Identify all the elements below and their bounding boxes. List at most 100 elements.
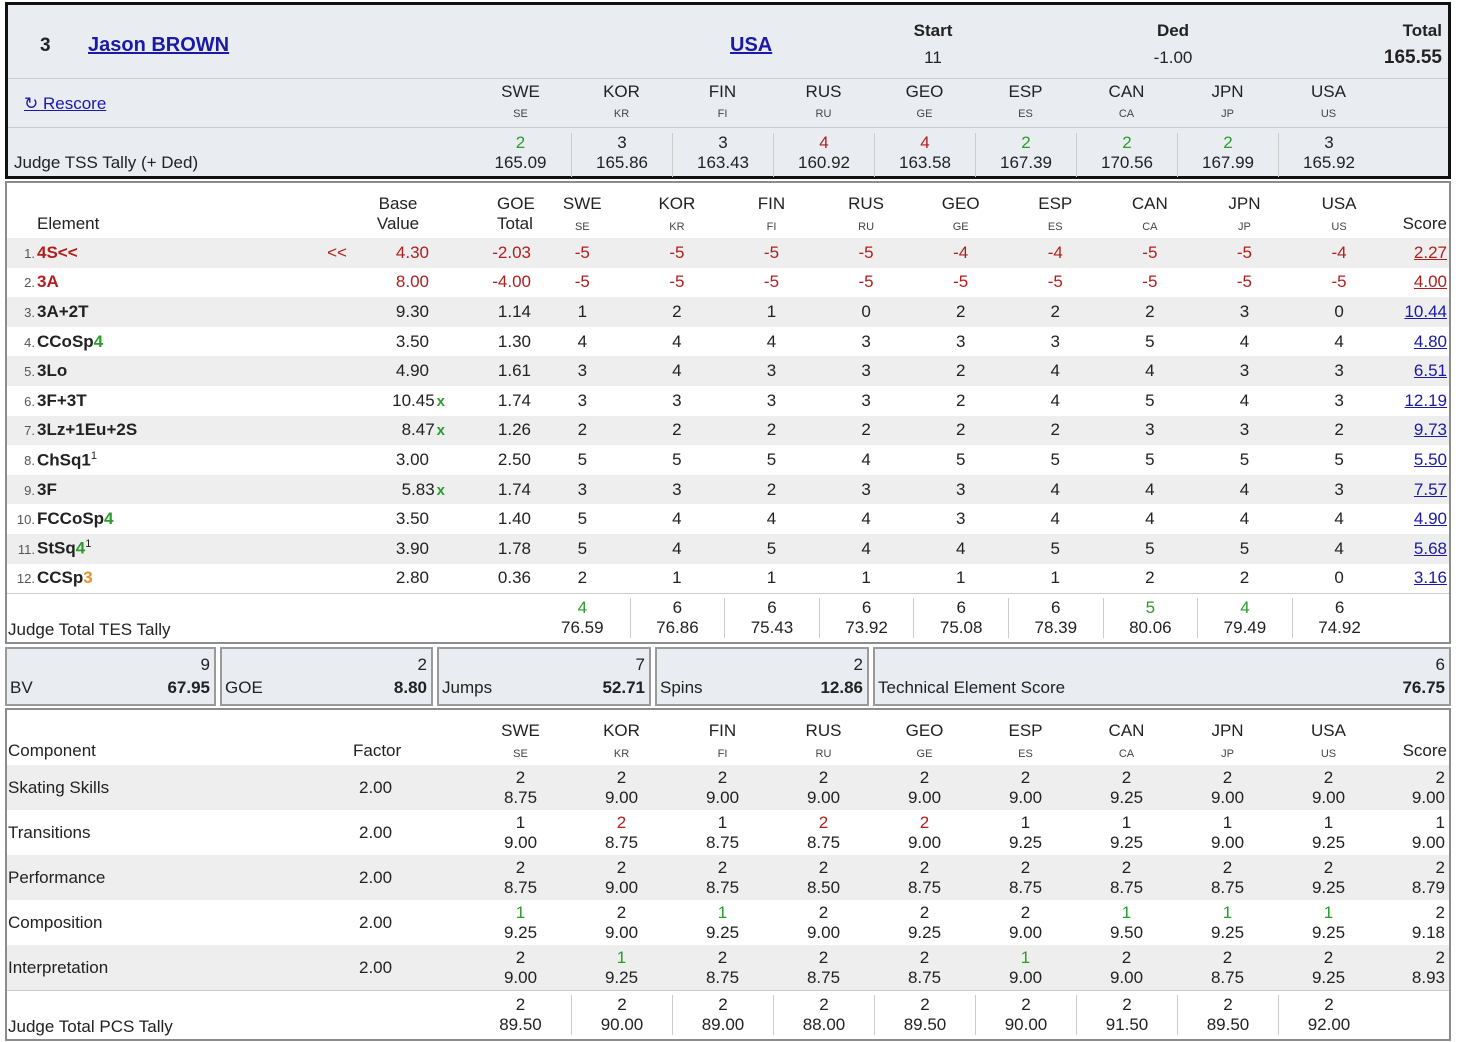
judge-country-code: CA	[1118, 747, 1135, 760]
judge-country-code: KR	[669, 220, 685, 233]
element-number: 4.	[24, 334, 35, 350]
element-code: 3Lz+1Eu+2S	[37, 420, 138, 440]
tally-cell: 2 89.50	[1177, 994, 1278, 1035]
judge-goe: 0	[1334, 568, 1344, 588]
tally-count: 2	[819, 994, 829, 1014]
nation-link[interactable]: USA	[730, 34, 772, 57]
judge-goe: 2	[1239, 568, 1250, 588]
judge-jpn-header: JPN JP	[1177, 82, 1278, 127]
mark-value: 9.25	[1109, 832, 1144, 852]
mark-value: 9.00	[806, 922, 841, 942]
component-name: Skating Skills	[8, 777, 110, 797]
tally-cell: 2 89.00	[672, 994, 773, 1035]
judge-nation: USA	[1311, 721, 1346, 741]
judge-goe: 5	[1239, 538, 1250, 558]
tally-count: 6	[1334, 597, 1345, 617]
judge-goe: 4	[1334, 538, 1344, 558]
judge-goe: 5	[1145, 390, 1155, 410]
element-score-link[interactable]: 4.00	[1414, 272, 1447, 291]
mark-rank: 2	[717, 767, 728, 787]
element-row: 1. 4S<< << 4.30 -2.03 -5 -5 -5 -5 -4 -4 -5 -5 -4 2.…	[7, 238, 1449, 268]
judge-can-header: CAN CA	[1103, 194, 1198, 234]
rank: 3	[40, 35, 51, 56]
component-score: 2 8.79	[1379, 858, 1449, 898]
element-score-link[interactable]: 3.16	[1414, 568, 1447, 587]
judge-country-code: ES	[1047, 220, 1063, 233]
score-rank: 1	[1435, 812, 1445, 832]
skater-name-link[interactable]: Jason BROWN	[88, 34, 229, 57]
base-value: 4.90	[395, 361, 429, 381]
judge-nation: JPN	[1228, 194, 1261, 214]
element-score-link[interactable]: 4.90	[1414, 509, 1447, 528]
judge-country-code: CA	[1142, 220, 1158, 233]
tally-value: 75.08	[939, 617, 983, 637]
judge-goe: 5	[955, 449, 966, 469]
mark-rank: 1	[1121, 902, 1132, 922]
element-number: 12.	[16, 571, 35, 587]
element-score-link[interactable]: 2.27	[1414, 243, 1447, 262]
judge-component-mark: 2 8.75	[773, 948, 874, 988]
tally-count: 3	[718, 133, 728, 152]
judge-component-mark: 1 9.25	[672, 903, 773, 943]
summary-bv: BV 9 67.95	[5, 647, 216, 706]
tally-cell: 3 163.43	[672, 133, 773, 177]
judge-can-header: CAN CA	[1076, 721, 1177, 761]
score-rank: 2	[1435, 947, 1445, 967]
score-header: Score	[1402, 214, 1447, 233]
judge-goe: 5	[1334, 449, 1344, 469]
rescore-link[interactable]: ↻ Rescore	[24, 94, 106, 113]
judge-nation: ESP	[1008, 82, 1043, 101]
second-half-bonus-marker: x	[436, 422, 445, 440]
judge-nation: FIN	[708, 82, 737, 101]
judge-component-mark: 2 9.25	[1076, 768, 1177, 808]
tss-tally-row: Judge TSS Tally (+ Ded) 2 165.09 3 165.86 3 1…	[8, 129, 1448, 177]
tally-cell: 6 73.92	[818, 597, 914, 638]
judge-nation: GEO	[905, 82, 944, 101]
element-score-link[interactable]: 12.19	[1404, 391, 1447, 410]
judge-goe: -5	[1331, 272, 1347, 292]
mark-value: 9.25	[907, 922, 942, 942]
start-number: 11	[924, 48, 942, 67]
judge-nation: RUS	[805, 82, 842, 101]
tally-value: 89.50	[499, 1014, 542, 1034]
judge-component-mark: 1 9.25	[1278, 903, 1379, 943]
tally-cell: 4 76.59	[535, 598, 630, 638]
mark-rank: 2	[1222, 947, 1233, 967]
mark-value: 8.75	[503, 787, 538, 807]
judge-component-mark: 1 9.25	[1177, 903, 1278, 943]
element-score-link[interactable]: 10.44	[1404, 302, 1447, 321]
judge-swe-header: SWE SE	[470, 721, 571, 761]
judge-goe: 2	[955, 390, 966, 410]
judge-goe: -5	[669, 272, 685, 292]
judge-nation: CAN	[1108, 721, 1145, 741]
judge-goe: 4	[1239, 390, 1250, 410]
element-score-link[interactable]: 5.50	[1414, 450, 1447, 469]
mark-rank: 2	[717, 947, 728, 967]
judge-goe: 4	[1334, 331, 1344, 351]
deduction-label: Ded	[1156, 21, 1190, 40]
summary-spins: Spins 2 12.86	[655, 647, 869, 706]
mark-value: 9.00	[806, 787, 841, 807]
mark-value: 8.75	[1210, 967, 1245, 987]
judge-goe: 1	[1050, 568, 1060, 588]
mark-rank: 1	[1020, 812, 1031, 832]
judge-goe: 1	[672, 568, 682, 588]
element-score-link[interactable]: 9.73	[1414, 420, 1447, 439]
element-score-link[interactable]: 5.68	[1414, 539, 1447, 558]
judge-goe: 3	[766, 361, 777, 381]
judge-goe: 2	[861, 420, 871, 440]
mark-rank: 2	[1323, 767, 1334, 787]
tally-value: 170.56	[1101, 153, 1153, 172]
element-score-link[interactable]: 7.57	[1414, 480, 1447, 499]
judge-nation: FIN	[757, 194, 786, 214]
element-score-link[interactable]: 6.51	[1414, 361, 1447, 380]
judge-component-mark: 1 9.25	[470, 903, 571, 943]
judge-goe: 3	[672, 479, 682, 499]
element-score-link[interactable]: 4.80	[1414, 332, 1447, 351]
judge-goe: 3	[1334, 361, 1344, 381]
judge-fin-header: FIN FI	[672, 721, 773, 761]
element-marker: <<	[327, 242, 347, 262]
component-name: Composition	[8, 912, 103, 932]
mark-rank: 2	[1222, 767, 1233, 787]
tally-cell: 6 78.39	[1007, 597, 1103, 638]
